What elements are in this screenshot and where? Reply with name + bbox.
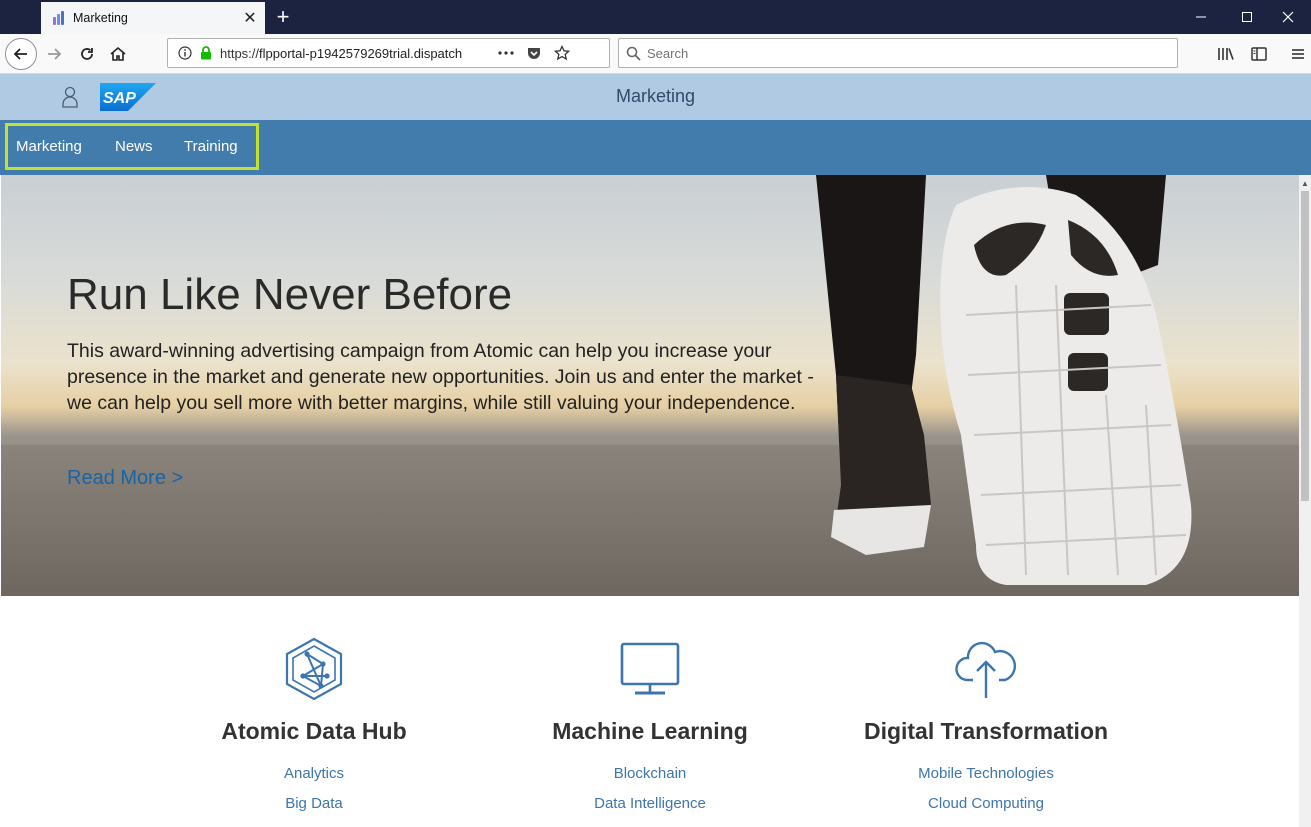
- shell-bar: SAP Marketing: [0, 74, 1311, 120]
- feature-atomic-data-hub: Atomic Data Hub Analytics Big Data: [144, 596, 484, 819]
- library-button[interactable]: [1210, 38, 1242, 70]
- hamburger-icon: [1292, 49, 1304, 59]
- feature-link-blockchain[interactable]: Blockchain: [480, 759, 820, 789]
- feature-links: Mobile Technologies Cloud Computing: [816, 759, 1156, 819]
- menu-item-training[interactable]: Training: [184, 138, 238, 155]
- bookmark-star-icon[interactable]: [548, 45, 576, 61]
- sidebar-icon: [1251, 47, 1267, 61]
- read-more-link[interactable]: Read More >: [67, 467, 183, 490]
- home-icon: [110, 46, 126, 61]
- url-bar[interactable]: https://flpportal-p1942579269trial.dispa…: [167, 38, 610, 68]
- browser-navbar: https://flpportal-p1942579269trial.dispa…: [0, 34, 1311, 74]
- running-shoe-image: [816, 175, 1192, 585]
- new-tab-button[interactable]: +: [268, 2, 298, 32]
- tab-title: Marketing: [73, 11, 128, 25]
- reload-button[interactable]: [71, 38, 103, 70]
- shell-title: Marketing: [615, 86, 696, 106]
- feature-link-analytics[interactable]: Analytics: [144, 759, 484, 789]
- window-maximize-button[interactable]: [1224, 0, 1270, 34]
- sidebar-button[interactable]: [1243, 38, 1275, 70]
- hero-banner: Run Like Never Before This award-winning…: [1, 175, 1299, 596]
- feature-machine-learning: Machine Learning Blockchain Data Intelli…: [480, 596, 820, 819]
- feature-digital-transformation: Digital Transformation Mobile Technologi…: [816, 596, 1156, 819]
- menu-item-marketing[interactable]: Marketing: [16, 138, 82, 155]
- browser-tab[interactable]: Marketing ✕: [41, 2, 265, 34]
- feature-link-big-data[interactable]: Big Data: [144, 789, 484, 819]
- url-host: flpportal-p1942579269trial.dispatch: [259, 45, 463, 61]
- monitor-icon: [620, 642, 680, 695]
- menu-item-news[interactable]: News: [115, 138, 153, 155]
- arrow-right-icon: [48, 48, 62, 60]
- search-input[interactable]: [647, 45, 1147, 61]
- feature-title: Atomic Data Hub: [221, 718, 407, 744]
- menu-button[interactable]: [1282, 38, 1311, 70]
- feature-links: Analytics Big Data: [144, 759, 484, 819]
- feature-link-mobile-technologies[interactable]: Mobile Technologies: [816, 759, 1156, 789]
- home-button[interactable]: [102, 38, 134, 70]
- lock-icon: [196, 46, 216, 60]
- tab-close-icon[interactable]: ✕: [239, 7, 261, 29]
- feature-title: Digital Transformation: [863, 718, 1109, 744]
- hero-description: This award-winning advertising campaign …: [67, 340, 814, 414]
- url-text: https://flpportal-p1942579269trial.dispa…: [220, 46, 492, 61]
- window-minimize-button[interactable]: [1178, 0, 1224, 34]
- search-icon: [619, 46, 647, 61]
- feature-links: Blockchain Data Intelligence: [480, 759, 820, 819]
- reload-icon: [81, 48, 93, 60]
- top-menu-bar: Marketing News Training: [0, 120, 1311, 175]
- feature-title: Machine Learning: [552, 718, 748, 744]
- network-icon: [285, 637, 343, 701]
- minimize-icon: [1196, 16, 1206, 18]
- library-icon: [1218, 48, 1234, 60]
- arrow-left-icon: [13, 48, 27, 60]
- feature-link-cloud-computing[interactable]: Cloud Computing: [816, 789, 1156, 819]
- back-button[interactable]: [5, 38, 37, 70]
- page-actions-icon[interactable]: [492, 51, 520, 55]
- pocket-icon[interactable]: [520, 45, 548, 61]
- features-section: Atomic Data Hub Analytics Big Data Machi…: [0, 596, 1299, 827]
- search-bar[interactable]: [618, 38, 1178, 68]
- scroll-thumb[interactable]: [1301, 191, 1309, 501]
- close-icon: [1282, 11, 1294, 23]
- hero-title: Run Like Never Before: [67, 270, 513, 319]
- info-icon[interactable]: [174, 46, 196, 60]
- maximize-icon: [1242, 12, 1252, 22]
- feature-link-data-intelligence[interactable]: Data Intelligence: [480, 789, 820, 819]
- page-scrollbar[interactable]: ▲: [1299, 175, 1311, 827]
- cloud-upload-icon: [955, 642, 1017, 698]
- window-close-button[interactable]: [1265, 0, 1311, 34]
- forward-button[interactable]: [38, 38, 70, 70]
- tab-favicon-icon: [53, 11, 67, 25]
- url-scheme: https://: [220, 45, 260, 61]
- scroll-up-icon[interactable]: ▲: [1299, 177, 1311, 189]
- browser-titlebar: Marketing ✕ +: [0, 0, 1311, 34]
